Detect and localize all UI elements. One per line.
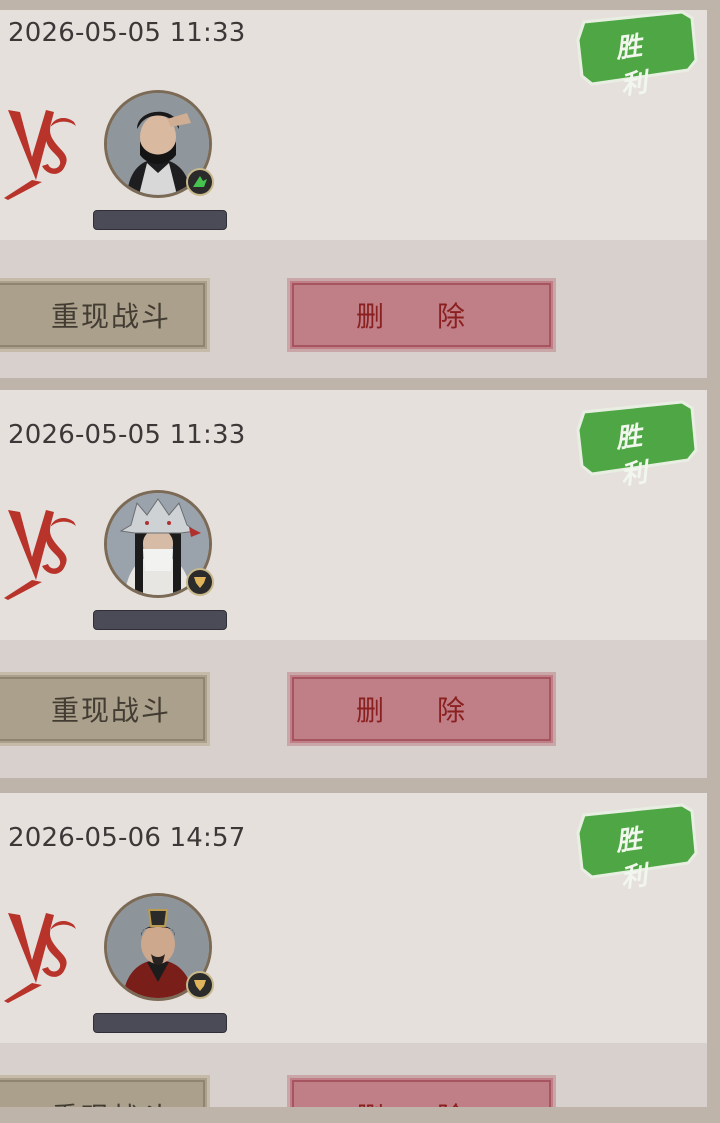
victory-label: 胜 利: [613, 822, 659, 895]
player-name-bar: [93, 210, 227, 230]
delete-record-label: 删 除: [356, 694, 487, 727]
battle-record-card: 2026-05-05 11:33 胜 利 重现战斗 删 除: [0, 10, 707, 378]
victory-stamp: 胜 利: [570, 10, 700, 101]
opponent-avatar[interactable]: [104, 490, 216, 602]
vs-icon: [4, 110, 76, 200]
victory-label: 胜 利: [613, 29, 659, 102]
gold-rank-icon: [186, 568, 214, 596]
replay-battle-button[interactable]: 重现战斗: [0, 672, 210, 746]
victory-stamp: 胜 利: [570, 803, 700, 894]
opponent-avatar[interactable]: [104, 90, 216, 202]
opponent-avatar[interactable]: [104, 893, 216, 1005]
player-name-bar: [93, 610, 227, 630]
battle-timestamp: 2026-05-05 11:33: [8, 420, 246, 450]
delete-record-button[interactable]: 删 除: [287, 672, 556, 746]
replay-battle-label: 重现战斗: [50, 300, 171, 333]
battle-record-list: 2026-05-05 11:33 胜 利 重现战斗 删 除 2026-05-05…: [0, 0, 720, 1123]
vs-icon: [4, 913, 76, 1003]
battle-record-card: 2026-05-06 14:57 胜 利: [0, 793, 707, 1115]
battle-timestamp: 2026-05-06 14:57: [8, 823, 246, 853]
list-bottom-edge: [0, 1107, 720, 1123]
delete-record-label: 删 除: [356, 300, 487, 333]
victory-label: 胜 利: [613, 419, 659, 492]
replay-battle-button[interactable]: 重现战斗: [0, 278, 210, 352]
delete-record-button[interactable]: 删 除: [287, 278, 556, 352]
battle-timestamp: 2026-05-05 11:33: [8, 18, 246, 48]
green-rank-icon: [186, 168, 214, 196]
player-name-bar: [93, 1013, 227, 1033]
replay-battle-label: 重现战斗: [50, 694, 171, 727]
victory-stamp: 胜 利: [570, 400, 700, 491]
battle-record-card: 2026-05-05 11:33 胜 利 重现战斗 删 除: [0, 390, 707, 778]
vs-icon: [4, 510, 76, 600]
gold-rank-icon: [186, 971, 214, 999]
